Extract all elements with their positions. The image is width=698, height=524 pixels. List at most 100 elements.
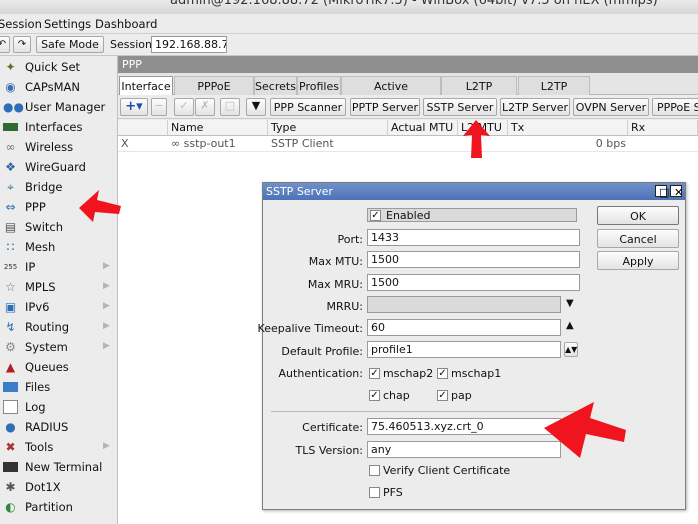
submenu-arrow-icon: ▶	[103, 281, 110, 291]
tab-secrets[interactable]: Secrets	[254, 76, 297, 95]
sstp-server-button[interactable]: SSTP Server	[423, 98, 497, 116]
sidebar-item-dot1x[interactable]: ✱ Dot1X	[0, 477, 117, 497]
sidebar-item-partition[interactable]: ◐ Partition	[0, 497, 117, 517]
users-icon: ●●	[3, 100, 24, 114]
sidebar-item-quick-set[interactable]: ✦ Quick Set	[0, 57, 117, 77]
sidebar-item-capsman[interactable]: ◉ CAPsMAN	[0, 77, 117, 97]
tab-l2tp-secrets[interactable]: L2TP Secrets	[518, 76, 590, 106]
session-field[interactable]: 192.168.88.72	[151, 36, 227, 53]
cancel-button[interactable]: Cancel	[597, 229, 679, 248]
redo-button[interactable]: ↷	[13, 36, 31, 53]
sstp-server-dialog: SSTP Server □ ✕ ✓ Enabled Port: 1433 Max…	[258, 182, 686, 510]
sidebar-item-ppp[interactable]: ⇔ PPP	[0, 197, 117, 217]
session-label: Session:	[110, 38, 156, 51]
tab-active-connections[interactable]: Active Connections	[341, 76, 441, 106]
verify-client-cert-checkbox[interactable]	[369, 465, 380, 476]
sidebar-item-wireless[interactable]: ∞ Wireless	[0, 137, 117, 157]
sidebar-item-mesh[interactable]: ∷ Mesh	[0, 237, 117, 257]
ppp-scanner-button[interactable]: PPP Scanner	[270, 98, 346, 116]
sidebar-item-new-terminal[interactable]: New Terminal	[0, 457, 117, 477]
column-header-tx[interactable]: Tx	[508, 120, 628, 136]
redo-icon: ↷	[17, 39, 27, 50]
tab-pppoe-servers[interactable]: PPPoE Servers	[174, 76, 254, 106]
sidebar-item-mpls[interactable]: ☆ MPLS ▶	[0, 277, 117, 297]
filter-button[interactable]: ▼	[246, 98, 266, 116]
tab-profiles[interactable]: Profiles	[297, 76, 341, 95]
ppp-toolbar: +▾ − ✓ ✗ □ ▼ PPP Scanner PPTP Server SST…	[118, 95, 698, 119]
keepalive-field[interactable]: 60	[367, 319, 561, 336]
enabled-checkbox[interactable]: ✓	[370, 210, 381, 221]
sidebar-item-routing[interactable]: ↯ Routing ▶	[0, 317, 117, 337]
sidebar-item-ip[interactable]: 255 IP ▶	[0, 257, 117, 277]
column-header-flags[interactable]	[118, 120, 168, 136]
sidebar-item-ipv6[interactable]: ▣ IPv6 ▶	[0, 297, 117, 317]
sidebar-item-tools[interactable]: ✖ Tools ▶	[0, 437, 117, 457]
mrru-field[interactable]	[367, 296, 561, 313]
sidebar-item-label: System	[25, 340, 68, 354]
menu-settings[interactable]: Settings	[44, 17, 91, 31]
apply-button[interactable]: Apply	[597, 251, 679, 270]
mschap2-checkbox[interactable]: ✓	[369, 368, 380, 379]
column-header-type[interactable]: Type	[268, 120, 388, 136]
column-header-l2-mtu[interactable]: L2 MTU	[458, 120, 508, 136]
submenu-arrow-icon: ▶	[103, 441, 110, 451]
chap-checkbox[interactable]: ✓	[369, 390, 380, 401]
sidebar-item-queues[interactable]: ▲ Queues	[0, 357, 117, 377]
profile-dropdown-button[interactable]: ▲▼	[564, 342, 578, 357]
ok-button[interactable]: OK	[597, 206, 679, 225]
remove-button[interactable]: −	[151, 98, 167, 116]
pap-label: pap	[451, 389, 472, 402]
sidebar-item-label: Dot1X	[25, 480, 61, 494]
mrru-dropdown-icon[interactable]: ▼	[566, 298, 574, 309]
row-l2-mtu	[458, 137, 508, 152]
menu-dashboard[interactable]: Dashboard	[95, 17, 157, 31]
sidebar-item-interfaces[interactable]: Interfaces	[0, 117, 117, 137]
sidebar-item-user-manager[interactable]: ●● User Manager	[0, 97, 117, 117]
dialog-titlebar[interactable]: SSTP Server □ ✕	[263, 183, 685, 200]
profile-label: Default Profile:	[281, 345, 363, 358]
maximize-button[interactable]: □	[655, 185, 669, 198]
mschap1-checkbox[interactable]: ✓	[437, 368, 448, 379]
interfaces-icon	[3, 123, 18, 131]
close-button[interactable]: ✕	[670, 185, 683, 198]
enable-button[interactable]: ✓	[174, 98, 194, 116]
disable-button[interactable]: ✗	[195, 98, 215, 116]
port-field[interactable]: 1433	[367, 229, 580, 246]
pap-checkbox[interactable]: ✓	[437, 390, 448, 401]
mpls-icon: ☆	[5, 280, 16, 294]
pptp-server-button[interactable]: PPTP Server	[350, 98, 420, 116]
tls-field[interactable]: any	[367, 441, 561, 458]
comment-icon: □	[224, 99, 236, 112]
undo-button[interactable]: ↶	[0, 36, 10, 53]
max-mtu-field[interactable]: 1500	[367, 251, 580, 268]
ovpn-server-button[interactable]: OVPN Server	[573, 98, 649, 116]
certificate-field[interactable]: 75.460513.xyz.crt_0	[367, 418, 561, 435]
max-mru-field[interactable]: 1500	[367, 274, 580, 291]
sidebar-item-label: RADIUS	[25, 420, 69, 434]
tab-l2tp-ethernet[interactable]: L2TP Ethernet	[441, 76, 517, 106]
column-header-name[interactable]: Name	[168, 120, 268, 136]
sidebar-item-radius[interactable]: ● RADIUS	[0, 417, 117, 437]
profile-field[interactable]: profile1	[367, 341, 561, 358]
sidebar-item-wireguard[interactable]: ❖ WireGuard	[0, 157, 117, 177]
ppp-window-title: PPP	[122, 58, 142, 71]
sidebar-item-bridge[interactable]: ⌖ Bridge	[0, 177, 117, 197]
pppoe-scanner-button[interactable]: PPPoE S	[652, 98, 698, 116]
safe-mode-button[interactable]: Safe Mode	[36, 36, 104, 53]
column-header-rx[interactable]: Rx	[628, 120, 698, 136]
add-button[interactable]: +▾	[120, 98, 148, 116]
interface-icon: ∞	[171, 137, 184, 150]
l2tp-server-button[interactable]: L2TP Server	[500, 98, 570, 116]
sidebar-item-log[interactable]: Log	[0, 397, 117, 417]
sidebar-item-system[interactable]: ⚙ System ▶	[0, 337, 117, 357]
column-header-actual-mtu[interactable]: Actual MTU	[388, 120, 458, 136]
sidebar-item-files[interactable]: Files	[0, 377, 117, 397]
pfs-checkbox[interactable]	[369, 487, 380, 498]
dot1x-icon: ✱	[5, 480, 16, 494]
sidebar-item-label: CAPsMAN	[25, 80, 81, 94]
keepalive-collapse-icon[interactable]: ▲	[566, 320, 574, 331]
sidebar-item-switch[interactable]: ▤ Switch	[0, 217, 117, 237]
tab-interface[interactable]: Interface	[119, 76, 173, 96]
menu-session[interactable]: Session	[0, 17, 42, 31]
comment-button[interactable]: □	[220, 98, 240, 116]
